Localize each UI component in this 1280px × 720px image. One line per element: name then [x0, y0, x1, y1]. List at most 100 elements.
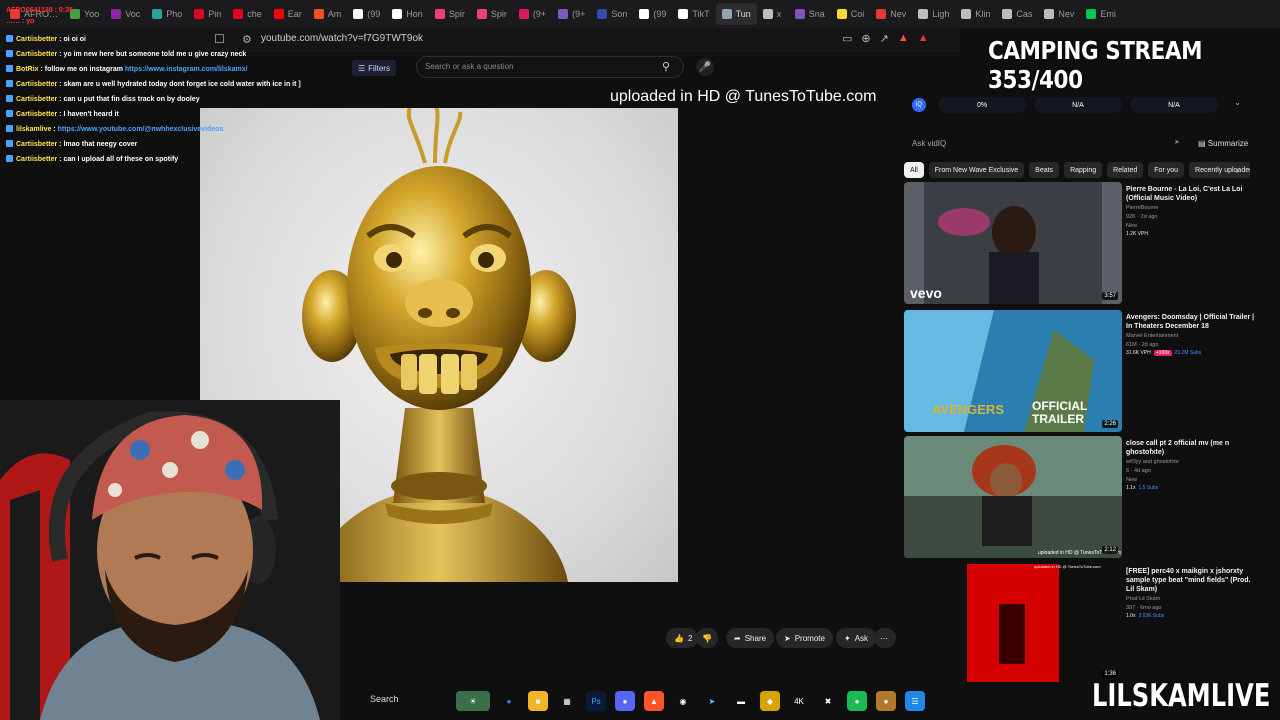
browser-tab[interactable]: Klin	[955, 3, 996, 25]
filter-chip[interactable]: Rapping	[1064, 162, 1103, 178]
site-settings-icon[interactable]: ⚙	[242, 33, 252, 46]
edge-icon[interactable]: ●	[499, 691, 519, 711]
browser-tab[interactable]: Cas	[996, 3, 1038, 25]
chat-message: Cartiisbetter : can I upload all of thes…	[6, 155, 178, 165]
steam-icon[interactable]: ➤	[702, 691, 722, 711]
like-button[interactable]: 👍 2	[666, 628, 698, 648]
channel-name[interactable]: wif3yy and ghostofxte	[1126, 458, 1256, 466]
tab-label: che	[247, 9, 262, 19]
ask-button[interactable]: ✦ Ask	[836, 628, 877, 648]
browser-tab[interactable]: Ear	[268, 3, 308, 25]
share-button[interactable]: ➦ Share	[726, 628, 775, 648]
promote-button[interactable]: ➤ Promote	[776, 628, 833, 648]
ask-vidiq-input[interactable]: Ask vidIQ	[904, 136, 1186, 152]
browser-tab[interactable]: Nev	[870, 3, 912, 25]
chat-link[interactable]: https://www.youtube.com/@nwhhexclusivevi…	[58, 126, 224, 133]
4k-icon[interactable]: 4K	[789, 691, 809, 711]
recommendation-info[interactable]: Pierre Bourne - La Loi, C'est La Loi (Of…	[1126, 185, 1256, 237]
browser-tab[interactable]: TikT	[672, 3, 715, 25]
recommendation-info[interactable]: [FREE] perc40 x maikgin x jshorxty sampl…	[1126, 567, 1256, 619]
platform-badge-icon	[6, 65, 13, 72]
filter-chip[interactable]: From New Wave Exclusive	[928, 162, 1025, 178]
widgets-icon[interactable]: ☀	[456, 691, 490, 711]
recommendation-thumbnail[interactable]: AVENGERS OFFICIAL TRAILER 2:26	[904, 310, 1122, 432]
browser-tab[interactable]: che	[227, 3, 268, 25]
browser-tab[interactable]: (9+	[552, 3, 591, 25]
app-icon-2[interactable]: ◆	[760, 691, 780, 711]
browser-tab[interactable]: x	[757, 3, 789, 25]
share-icon[interactable]: ↗	[880, 32, 889, 45]
recommendation-info[interactable]: close call pt 2 official mv (me n ghosto…	[1126, 439, 1256, 491]
browser-tab[interactable]: Ligh	[912, 3, 955, 25]
send-arrow-icon[interactable]: ➤	[1174, 138, 1180, 146]
filter-chip[interactable]: Beats	[1029, 162, 1060, 178]
recommendation-thumbnail[interactable]: uploaded in HD @ TunesToTube.com 1:36	[904, 564, 1122, 682]
browser-tab[interactable]: Pin	[188, 3, 227, 25]
filters-button[interactable]: ☰ Filters	[352, 60, 396, 76]
browser-tab[interactable]: Son	[591, 3, 633, 25]
chevron-right-icon[interactable]: ›	[1236, 165, 1239, 175]
summarize-button[interactable]: ▤ Summarize	[1198, 139, 1248, 148]
spotify-icon[interactable]: ●	[847, 691, 867, 711]
browser-tab-strip: AFRO… Yoo Voc Pho Pin che Ear Am (99 Hon Spir Spir(…	[0, 0, 1280, 28]
brave-icon[interactable]: ▲	[644, 691, 664, 711]
url-field[interactable]: youtube.com/watch?v=f7G9TWT9ok	[261, 33, 423, 44]
browser-tab[interactable]: Hon	[386, 3, 429, 25]
browser-tab[interactable]: Coi	[831, 3, 871, 25]
chat-message: Cartiisbetter : yo im new here but someo…	[6, 50, 246, 60]
channel-name[interactable]: Marvel Entertainment	[1126, 332, 1256, 340]
channel-name[interactable]: Prod Lil Skam	[1126, 595, 1256, 603]
chat-link[interactable]: https://www.instagram.com/lilskamx/	[125, 66, 248, 73]
obs-icon[interactable]: ◉	[673, 691, 693, 711]
app-icon[interactable]: ▬	[731, 691, 751, 711]
browser-tab[interactable]: Voc	[105, 3, 146, 25]
browser-tab[interactable]: (99	[633, 3, 672, 25]
browser-tab[interactable]: Spir	[429, 3, 471, 25]
notepad-icon[interactable]: ☰	[905, 691, 925, 711]
chat-message: Cartiisbetter : oi oi oi	[6, 35, 86, 45]
browser-tab[interactable]: Emi	[1080, 3, 1122, 25]
brave-shield-icon[interactable]: ▲	[898, 32, 909, 45]
channel-name[interactable]: PierreBourne	[1126, 204, 1256, 212]
discord-icon[interactable]: ●	[615, 691, 635, 711]
filter-chip[interactable]: All	[904, 162, 924, 178]
search-icon[interactable]: ⚲	[662, 60, 670, 73]
dislike-button[interactable]: 👎	[696, 628, 718, 648]
taskbar-search[interactable]: Search	[370, 694, 399, 704]
filter-chip[interactable]: Related	[1107, 162, 1144, 178]
browser-tab[interactable]: Pho	[146, 3, 188, 25]
recommendation-title[interactable]: [FREE] perc40 x maikgin x jshorxty sampl…	[1126, 567, 1256, 594]
filter-chip[interactable]: For you	[1148, 162, 1185, 178]
recommendation-title[interactable]: Pierre Bourne - La Loi, C'est La Loi (Of…	[1126, 185, 1256, 203]
filter-chip[interactable]: Recently uploaded	[1189, 162, 1250, 178]
store-icon[interactable]: ▦	[557, 691, 577, 711]
browser-tab[interactable]: (9+	[513, 3, 552, 25]
browser-tab[interactable]: Nev	[1038, 3, 1080, 25]
capcut-icon[interactable]: ✖	[818, 691, 838, 711]
vidiq-logo-icon[interactable]: iQ	[912, 98, 926, 112]
browser-tab[interactable]: Tun	[715, 3, 757, 25]
recommendation-title[interactable]: Avengers: Doomsday | Official Trailer | …	[1126, 313, 1256, 331]
browser-tab[interactable]: Spir	[471, 3, 513, 25]
vidiq-stats: 31.6K VPH +100x 23.2M Subs	[1126, 350, 1256, 356]
recommendation-title[interactable]: close call pt 2 official mv (me n ghosto…	[1126, 439, 1256, 457]
recommendation-thumbnail[interactable]: uploaded in HD @ TunesToTube.com 2:12	[904, 436, 1122, 558]
browser-tab[interactable]: (99	[347, 3, 386, 25]
browser-tab[interactable]: Am	[308, 3, 348, 25]
recommendation-info[interactable]: Avengers: Doomsday | Official Trailer | …	[1126, 313, 1256, 356]
recommendation-thumbnail[interactable]: vevo 3:57	[904, 182, 1122, 304]
microphone-icon[interactable]: 🎤	[696, 58, 714, 76]
file-explorer-icon[interactable]: ■	[528, 691, 548, 711]
photoshop-icon[interactable]: Ps	[586, 691, 606, 711]
browser-tab[interactable]: Sna	[789, 3, 831, 25]
ask-label: Ask	[854, 633, 869, 643]
zoom-icon[interactable]: ⊕	[861, 32, 870, 45]
tab-favicon-icon	[721, 9, 732, 19]
search-input[interactable]: Search or ask a question	[416, 56, 684, 78]
chevron-down-icon[interactable]: ⌄	[1234, 98, 1241, 107]
more-actions-button[interactable]: ⋯	[874, 628, 896, 648]
bookmark-icon[interactable]: ☐	[214, 32, 228, 48]
rewards-icon[interactable]: ▲	[918, 32, 929, 45]
cast-icon[interactable]: ▭	[842, 32, 852, 45]
app-icon-3[interactable]: ●	[876, 691, 896, 711]
